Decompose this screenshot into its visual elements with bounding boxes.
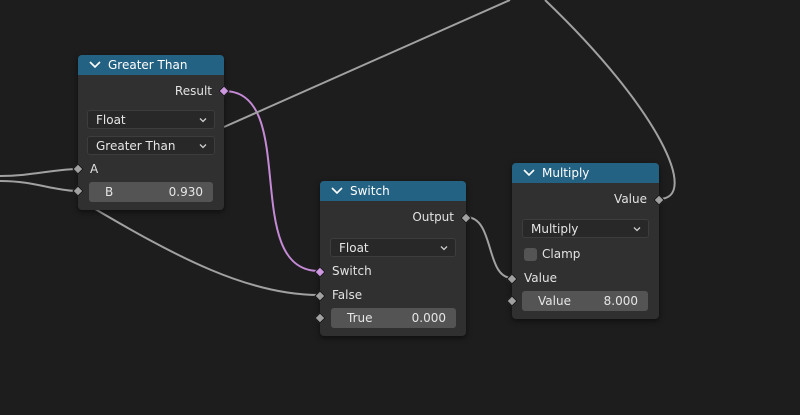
clamp-row: Clamp bbox=[542, 244, 659, 264]
link-greater-result-to-switch[interactable] bbox=[223, 90, 320, 272]
value-field[interactable]: Value 8.000 bbox=[522, 291, 648, 311]
true-input-value: 0.000 bbox=[411, 311, 446, 325]
switch-output-row: Output bbox=[320, 207, 466, 227]
link-switch-output-to-multiply[interactable] bbox=[465, 216, 513, 279]
value-field-label: Value bbox=[538, 294, 571, 308]
chevron-down-icon[interactable] bbox=[330, 185, 344, 197]
multiply-title: Multiply bbox=[542, 166, 590, 180]
clamp-checkbox[interactable] bbox=[524, 248, 537, 261]
operation-dropdown[interactable]: Greater Than bbox=[87, 136, 215, 155]
multiply-header[interactable]: Multiply bbox=[512, 163, 659, 183]
input-b-label: B bbox=[105, 185, 114, 199]
result-output-label: Result bbox=[174, 84, 212, 98]
switch-node[interactable]: Switch Output Float Switch False True 0.… bbox=[314, 181, 472, 336]
greater-than-header[interactable]: Greater Than bbox=[78, 55, 224, 75]
switch-title: Switch bbox=[350, 184, 390, 198]
multiply-operation-dropdown[interactable]: Multiply bbox=[522, 219, 649, 238]
chevron-down-icon[interactable] bbox=[522, 167, 536, 179]
input-a-row: A bbox=[78, 159, 224, 179]
clamp-label: Clamp bbox=[542, 247, 581, 261]
switch-input-label: Switch bbox=[332, 264, 372, 278]
chevron-down-icon bbox=[440, 246, 448, 251]
true-input-field[interactable]: True 0.000 bbox=[331, 308, 456, 328]
input-b-value: 0.930 bbox=[168, 185, 203, 199]
link-left-to-b[interactable] bbox=[0, 180, 77, 192]
multiply-output-row: Value bbox=[512, 189, 659, 209]
greater-than-title: Greater Than bbox=[108, 58, 188, 72]
multiply-input-row: Value bbox=[512, 268, 659, 288]
chevron-down-icon bbox=[199, 144, 207, 149]
greater-than-node[interactable]: Greater Than Result Float Greater Than A… bbox=[72, 55, 230, 210]
data-type-value: Float bbox=[96, 112, 126, 127]
chevron-down-icon bbox=[199, 118, 207, 123]
chevron-down-icon[interactable] bbox=[88, 59, 102, 71]
chevron-down-icon bbox=[633, 227, 641, 232]
switch-type-value: Float bbox=[339, 240, 369, 255]
link-left-to-a[interactable] bbox=[0, 168, 77, 177]
true-input-label: True bbox=[347, 311, 373, 325]
result-output-row: Result bbox=[78, 81, 224, 101]
operation-value: Greater Than bbox=[96, 138, 176, 153]
input-a-label: A bbox=[90, 162, 99, 176]
multiply-input-label: Value bbox=[524, 271, 557, 285]
multiply-node[interactable]: Multiply Value Multiply Clamp Value Valu… bbox=[506, 163, 665, 319]
switch-header[interactable]: Switch bbox=[320, 181, 466, 201]
data-type-dropdown[interactable]: Float bbox=[87, 110, 215, 129]
false-input-label: False bbox=[332, 288, 363, 302]
switch-input-row: Switch bbox=[320, 261, 466, 281]
value-field-value: 8.000 bbox=[603, 294, 638, 308]
input-b-field[interactable]: B 0.930 bbox=[89, 182, 213, 202]
switch-output-label: Output bbox=[412, 210, 454, 224]
multiply-output-label: Value bbox=[614, 192, 647, 206]
switch-type-dropdown[interactable]: Float bbox=[330, 238, 456, 257]
link-offscreen-to-top[interactable] bbox=[223, 0, 511, 128]
false-input-row: False bbox=[320, 285, 466, 305]
multiply-operation-value: Multiply bbox=[531, 221, 579, 236]
